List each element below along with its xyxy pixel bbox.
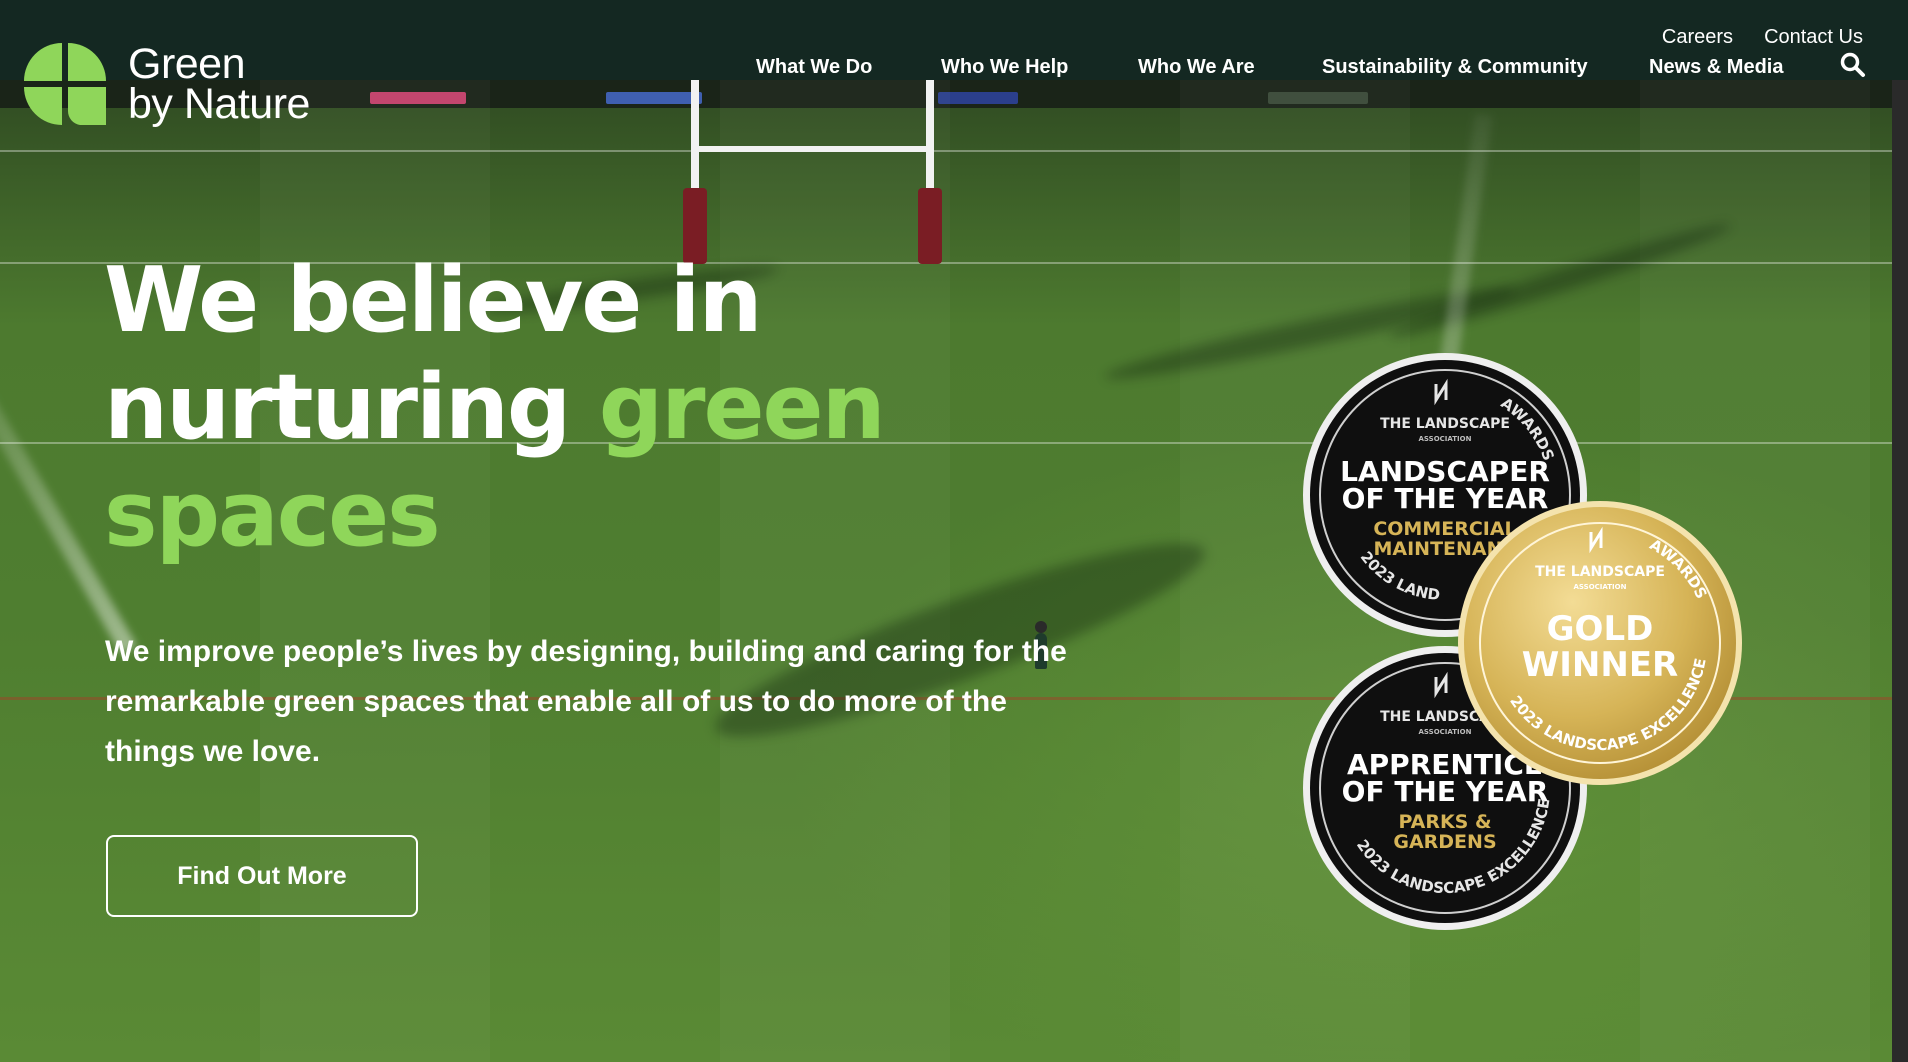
stadium-ad [606, 92, 702, 104]
goal-crossbar [691, 146, 934, 152]
badge-association: THE LANDSCAPE [1535, 564, 1665, 580]
top-links: Careers Contact Us [1662, 26, 1863, 49]
nav-item-who-we-help[interactable]: Who We Help [941, 56, 1068, 79]
nav-item-news-media[interactable]: News & Media [1649, 56, 1783, 79]
page-scrollbar[interactable] [1892, 80, 1908, 1062]
headline-line3: spaces [104, 462, 441, 567]
contact-us-link[interactable]: Contact Us [1764, 26, 1863, 49]
brand-wordmark: Green by Nature [128, 40, 310, 128]
badge-association: THE LANDSCAPE [1380, 416, 1510, 432]
nav-item-sustainability[interactable]: Sustainability & Community [1322, 56, 1588, 79]
nav-item-who-we-are[interactable]: Who We Are [1138, 56, 1255, 79]
headline-green-word: green [598, 355, 886, 460]
brand-line1: Green [128, 40, 246, 88]
badge-association-sub: ASSOCIATION [1419, 435, 1472, 443]
badge-category-1: PARKS & [1398, 811, 1491, 833]
search-icon[interactable] [1840, 52, 1866, 83]
careers-link[interactable]: Careers [1662, 26, 1733, 49]
headline-line2: nurturing [104, 355, 599, 460]
goal-post-pad [918, 188, 942, 264]
field-line [0, 150, 1892, 152]
grass-stripe [720, 80, 950, 1062]
brand-line2: by Nature [128, 80, 310, 128]
find-out-more-button[interactable]: Find Out More [106, 835, 418, 917]
gold-winner-badge: THE LANDSCAPE ASSOCIATION GOLD WINNER 20… [1458, 501, 1742, 785]
headline-line1: We believe in [104, 248, 763, 353]
hero-subtext: We improve people’s lives by designing, … [105, 635, 1067, 768]
badge-category-2: GARDENS [1393, 831, 1496, 853]
logo-leaf-icon [24, 43, 106, 125]
badge-gold-title-1: GOLD [1547, 609, 1654, 649]
stadium-ad [938, 92, 1018, 104]
nav-item-what-we-do[interactable]: What We Do [756, 56, 872, 79]
badge-association-sub: ASSOCIATION [1574, 583, 1627, 591]
badge-gold-title-2: WINNER [1522, 645, 1678, 685]
brand-logo[interactable]: Green by Nature [24, 40, 310, 128]
hero-headline: We believe in nurturing green spaces [104, 247, 886, 568]
